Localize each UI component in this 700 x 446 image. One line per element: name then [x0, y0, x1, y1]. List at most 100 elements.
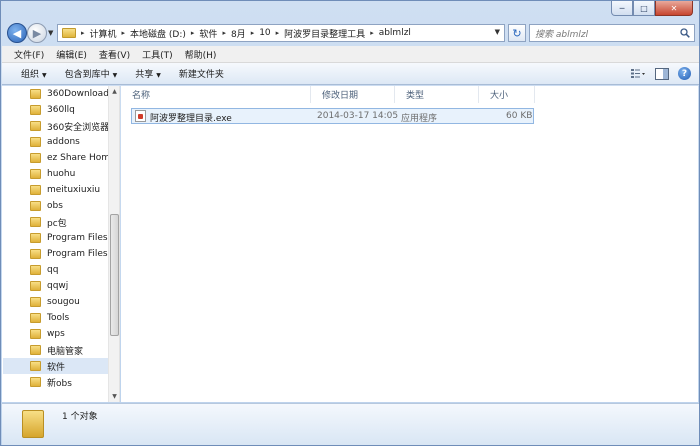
tree-item[interactable]: 360安全浏览器	[30, 118, 109, 134]
tree-item-label: Program Files	[47, 249, 108, 259]
back-button[interactable]: ◀	[7, 23, 27, 43]
share-button[interactable]: 共享 ▼	[126, 67, 170, 80]
breadcrumb-10[interactable]: 10	[256, 28, 273, 38]
folder-icon	[22, 410, 44, 438]
breadcrumb-separator[interactable]: ▸	[249, 29, 257, 37]
menu-edit[interactable]: 编辑(E)	[50, 48, 93, 61]
tree-item[interactable]: pc包	[30, 214, 67, 230]
folder-icon	[30, 169, 41, 179]
tree-item[interactable]: 新obs	[30, 374, 72, 390]
new-folder-button[interactable]: 新建文件夹	[170, 67, 233, 80]
folder-icon	[30, 265, 41, 275]
tree-item[interactable]: ez Share Hom	[30, 150, 110, 166]
menu-view[interactable]: 查看(V)	[93, 48, 136, 61]
folder-icon	[30, 297, 41, 307]
folder-icon	[30, 249, 41, 259]
tree-item-label: addons	[47, 137, 80, 147]
explorer-window: ─ □ ✕ ◀ ▶ ▼ ▸ 计算机 ▸ 本地磁盘 (D:) ▸ 软件 ▸ 8月 …	[0, 0, 700, 446]
folder-icon	[30, 377, 41, 387]
breadcrumb-drive-d[interactable]: 本地磁盘 (D:)	[127, 27, 189, 40]
share-label: 共享	[135, 70, 154, 80]
tree-item[interactable]: meituxiuxiu	[30, 182, 100, 198]
include-in-library-label: 包含到库中	[64, 70, 110, 80]
search-input[interactable]: 搜索 ablmlzl	[529, 24, 695, 42]
column-header-type[interactable]: 类型	[395, 86, 479, 103]
folder-icon	[30, 137, 41, 147]
tree-item[interactable]: Program Files	[30, 230, 108, 246]
tree-item[interactable]: qq	[30, 262, 58, 278]
folder-icon	[62, 28, 76, 38]
tree-item-label: 新obs	[47, 378, 72, 389]
help-icon[interactable]: ?	[678, 67, 691, 80]
preview-pane-button[interactable]	[654, 66, 670, 81]
exe-file-icon	[135, 110, 146, 122]
tree-item[interactable]: sougou	[30, 294, 80, 310]
file-row[interactable]: 阿波罗整理目录.exe 2014-03-17 14:05 应用程序 60 KB	[131, 108, 534, 124]
folder-icon	[30, 153, 41, 163]
folder-icon	[30, 281, 41, 291]
forward-button[interactable]: ▶	[27, 23, 47, 43]
folder-icon	[30, 121, 41, 131]
folder-icon	[30, 185, 41, 195]
tree-item-label: Tools	[47, 313, 70, 323]
command-bar: 组织 ▼ 包含到库中 ▼ 共享 ▼ 新建文件夹 ?	[2, 63, 699, 85]
tree-scrollbar[interactable]: ▲ ▼	[108, 86, 119, 402]
tree-item[interactable]: wps	[30, 326, 65, 342]
tree-item[interactable]: Tools	[30, 310, 69, 326]
breadcrumb-separator[interactable]: ▸	[368, 29, 376, 37]
breadcrumb-separator[interactable]: ▸	[274, 29, 282, 37]
tree-item-label: 电脑管家	[47, 346, 84, 357]
file-list: 名称 修改日期 类型 大小 阿波罗整理目录.exe 2014-03-17 14:…	[121, 86, 698, 402]
change-view-button[interactable]	[630, 66, 646, 81]
search-icon[interactable]	[680, 28, 690, 38]
breadcrumb-ablmlzl[interactable]: ablmlzl	[376, 28, 414, 38]
address-bar[interactable]: ▸ 计算机 ▸ 本地磁盘 (D:) ▸ 软件 ▸ 8月 ▸ 10 ▸ 阿波罗目录…	[57, 24, 505, 42]
chevron-down-icon: ▼	[112, 72, 118, 79]
tree-item-label: meituxiuxiu	[47, 185, 101, 195]
breadcrumb-august[interactable]: 8月	[228, 27, 249, 40]
maximize-button[interactable]: □	[633, 1, 655, 16]
tree-item[interactable]: 360Downloads	[30, 86, 114, 102]
tree-item-label: obs	[47, 201, 63, 211]
file-name[interactable]: 阿波罗整理目录.exe	[150, 111, 232, 124]
breadcrumb-separator[interactable]: ▸	[189, 29, 197, 37]
scroll-up-icon[interactable]: ▲	[109, 86, 119, 97]
navigation-pane: 360Downloads 360llq 360安全浏览器 addons ez S…	[2, 86, 120, 402]
address-dropdown-icon[interactable]: ▼	[495, 28, 500, 36]
breadcrumb-separator[interactable]: ▸	[120, 29, 128, 37]
tree-item[interactable]: 360llq	[30, 102, 75, 118]
tree-item-label: 360安全浏览器	[47, 122, 110, 133]
breadcrumb-software[interactable]: 软件	[196, 27, 220, 40]
menu-file[interactable]: 文件(F)	[8, 48, 50, 61]
column-header-name[interactable]: 名称	[121, 86, 311, 103]
tree-item[interactable]: huohu	[30, 166, 75, 182]
close-button[interactable]: ✕	[655, 1, 693, 16]
column-header-size[interactable]: 大小	[479, 86, 535, 103]
scroll-down-icon[interactable]: ▼	[109, 391, 119, 402]
folder-icon	[30, 89, 41, 99]
column-header-modified[interactable]: 修改日期	[311, 86, 395, 103]
folder-icon	[30, 217, 41, 227]
refresh-button[interactable]: ↻	[508, 24, 526, 42]
folder-icon	[30, 361, 41, 371]
breadcrumb-separator[interactable]: ▸	[220, 29, 228, 37]
scroll-thumb[interactable]	[110, 214, 119, 336]
breadcrumb-tool-folder[interactable]: 阿波罗目录整理工具	[281, 27, 368, 40]
tree-item[interactable]: qqwj	[30, 278, 68, 294]
tree-item-selected[interactable]: 软件	[3, 358, 108, 374]
minimize-button[interactable]: ─	[611, 1, 633, 16]
folder-icon	[30, 201, 41, 211]
include-in-library-button[interactable]: 包含到库中 ▼	[56, 67, 127, 80]
organize-button[interactable]: 组织 ▼	[12, 67, 56, 80]
menu-tools[interactable]: 工具(T)	[136, 48, 179, 61]
tree-item[interactable]: 电脑管家	[30, 342, 83, 358]
tree-item[interactable]: addons	[30, 134, 80, 150]
recent-pages-dropdown[interactable]: ▼	[48, 29, 53, 37]
breadcrumb-separator[interactable]: ▸	[79, 29, 87, 37]
tree-item[interactable]: obs	[30, 198, 63, 214]
chevron-down-icon: ▼	[156, 72, 161, 79]
menu-help[interactable]: 帮助(H)	[179, 48, 223, 61]
tree-item-label: qqwj	[47, 281, 69, 291]
tree-item[interactable]: Program Files	[30, 246, 108, 262]
breadcrumb-computer[interactable]: 计算机	[87, 27, 120, 40]
